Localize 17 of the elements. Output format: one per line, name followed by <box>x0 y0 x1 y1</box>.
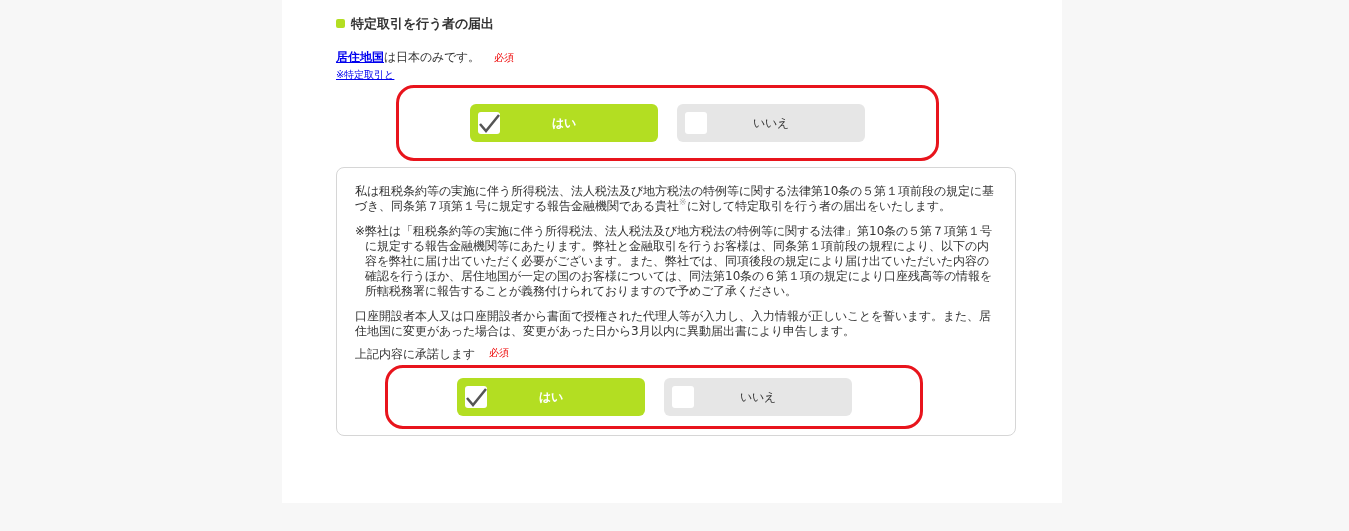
checked-box-icon <box>478 111 500 134</box>
agreement-label: 上記内容に承諾します <box>355 346 475 361</box>
checked-box-icon <box>464 385 487 408</box>
unchecked-box-icon <box>685 111 707 134</box>
notice-paragraph: ※弊社は「租税条約等の実施に伴う所得税法、法人税法及び地方税法の特例等に関する法律」第10条の５第７項第１号に規定する報告金融機関等にあたります。弊社と金融取引を行うお客様は、同条第１項前段の規程により、以下の内容を弊社に届け出ていただく必要がございます。また、弊社では、同項後段の規定により届け出ていただいた内容の確認を行うほか、居住地国が一定の国のお客様については、同法第10条の６第１項の規定により口座残高等の情報を所轄税務署に報告することが義務付けられておりますので予めご了承ください。 <box>355 223 994 299</box>
bullet-icon <box>336 19 345 29</box>
required-mark: 必須 <box>494 51 514 63</box>
note-link[interactable]: ※特定取引と <box>336 66 395 82</box>
residence-text: は日本のみです。 <box>384 49 480 64</box>
residence-country-link[interactable]: 居住地国 <box>336 49 384 64</box>
section-title: 特定取引を行う者の届出 <box>351 15 494 33</box>
pledge-paragraph: 口座開設者本人又は口座開設者から書面で授権された代理人等が入力し、入力情報が正しいことを誓います。また、居住地国に変更があった場合は、変更があった日から3月以内に異動届出書により申告します。 <box>355 308 992 339</box>
choice-button[interactable]: いいえ <box>677 103 865 142</box>
unchecked-box-icon <box>671 385 694 408</box>
choice-button[interactable]: いいえ <box>663 377 852 416</box>
required-mark: 必須 <box>489 346 509 358</box>
declaration-paragraph: 私は租税条約等の実施に伴う所得税法、法人税法及び地方税法の特例等に関する法律第10条の５第１項前段の規定に基づき、同条第７項第１号に規定する報告金融機関である貴社$^{※}$に対して特定取引を行う者の届出をいたします。 <box>355 183 996 214</box>
